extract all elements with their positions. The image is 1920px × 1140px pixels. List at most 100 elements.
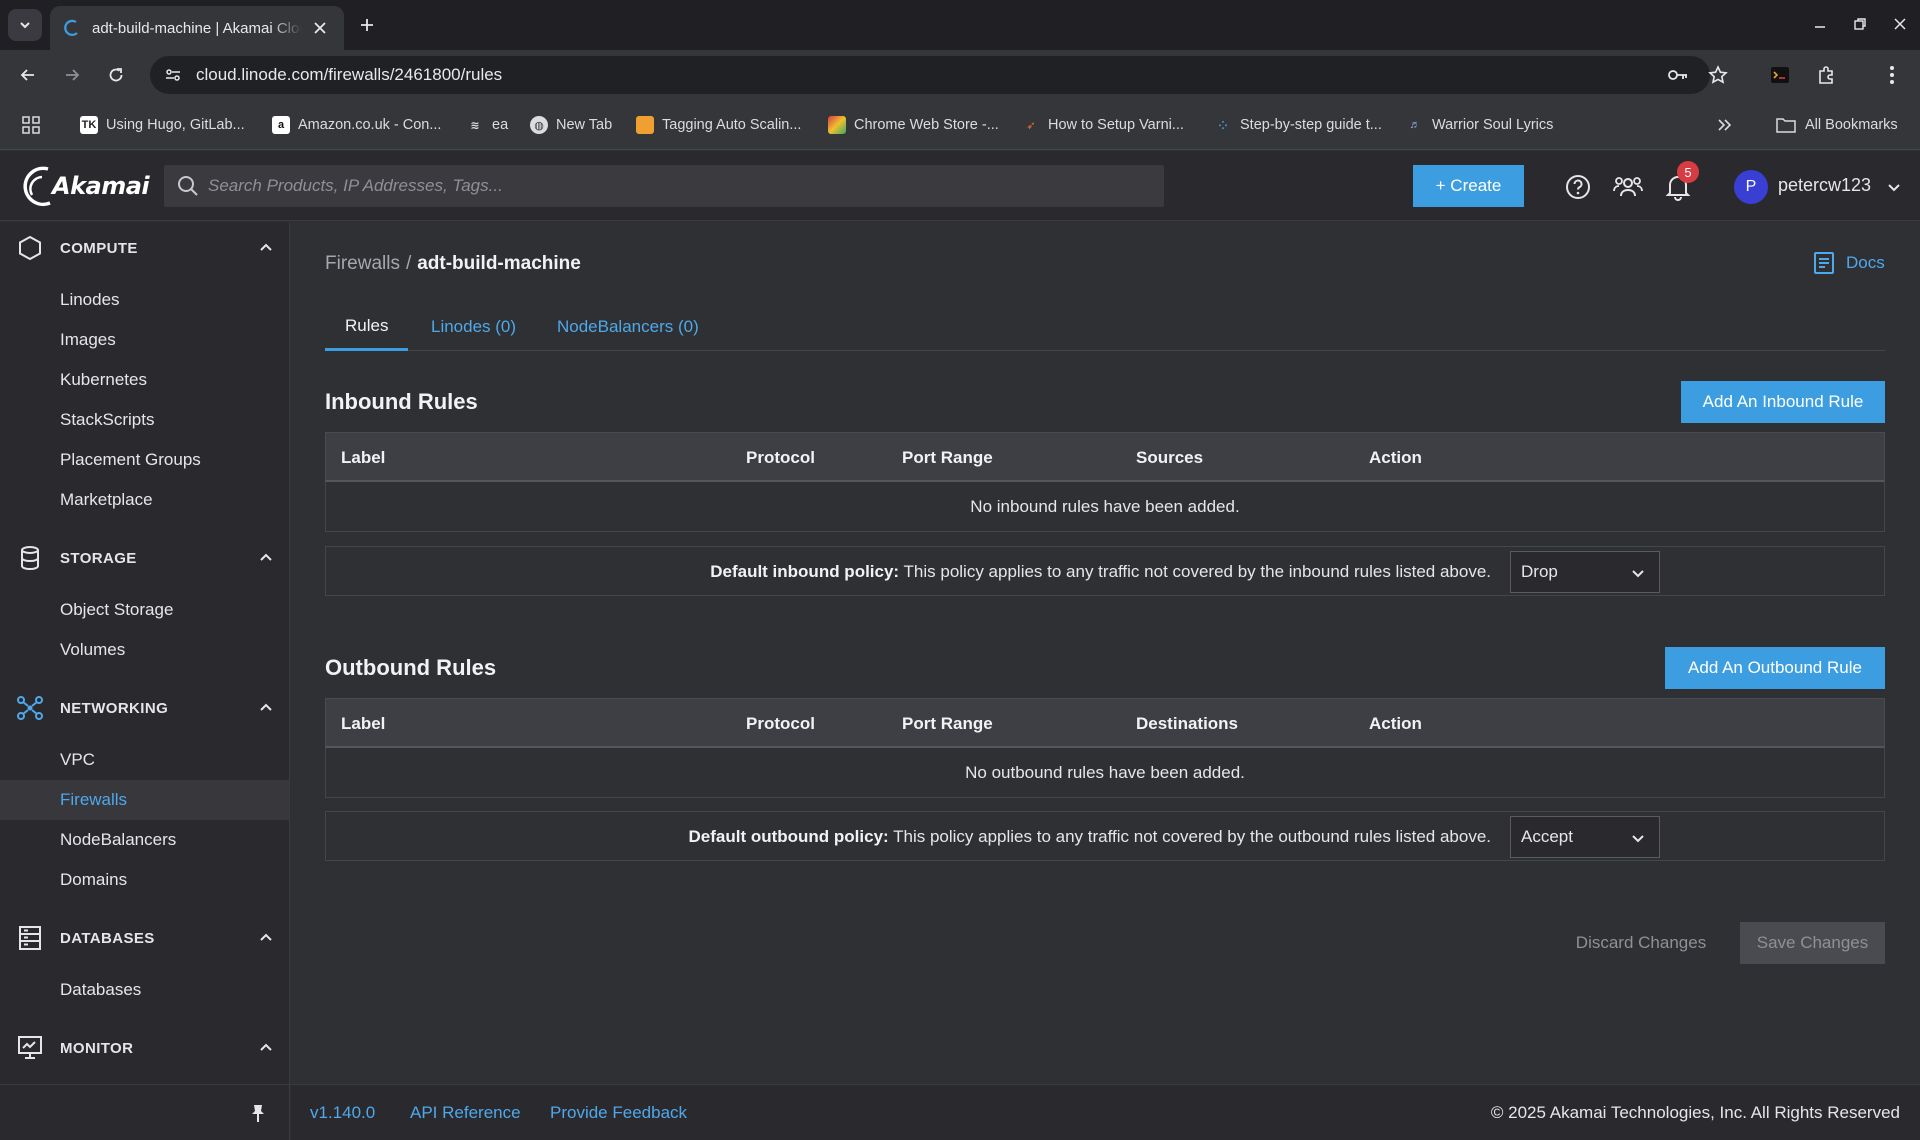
reload-button[interactable] — [100, 59, 132, 91]
database-cylinder-icon — [16, 544, 44, 572]
sidebar-item-domains[interactable]: Domains — [0, 860, 289, 900]
create-button[interactable]: + Create — [1413, 165, 1524, 207]
server-rack-icon — [16, 924, 44, 952]
column-header-port-range[interactable]: Port Range — [902, 714, 993, 734]
chevron-up-icon — [260, 243, 272, 251]
bookmark-item[interactable]: a Amazon.co.uk - Con... — [272, 113, 441, 137]
inbound-rules-title: Inbound Rules — [325, 389, 478, 414]
apps-grid-icon[interactable] — [22, 113, 40, 137]
column-header-action[interactable]: Action — [1369, 448, 1422, 468]
chevron-down-icon[interactable] — [1884, 177, 1904, 197]
bookmark-item[interactable]: TK Using Hugo, GitLab... — [80, 113, 245, 137]
column-header-label[interactable]: Label — [341, 448, 385, 468]
breadcrumb-parent-link[interactable]: Firewalls — [325, 253, 400, 274]
page-title[interactable]: adt-build-machine — [417, 253, 581, 274]
outbound-policy-select[interactable]: Accept — [1510, 816, 1660, 858]
sidebar-item-volumes[interactable]: Volumes — [0, 630, 289, 670]
help-button[interactable] — [1562, 171, 1594, 203]
tab-linodes[interactable]: Linodes (0) — [411, 303, 536, 351]
column-header-protocol[interactable]: Protocol — [746, 714, 815, 734]
bookmark-label: Warrior Soul Lyrics — [1432, 117, 1554, 133]
sidebar-section-storage[interactable]: STORAGE — [0, 532, 289, 584]
column-header-sources[interactable]: Sources — [1136, 448, 1203, 468]
save-changes-button[interactable]: Save Changes — [1740, 922, 1885, 964]
api-reference-link[interactable]: API Reference — [410, 1103, 521, 1123]
tk-favicon-icon: TK — [80, 116, 98, 134]
extensions-button[interactable] — [1810, 59, 1842, 91]
restore-window-button[interactable] — [1844, 8, 1876, 40]
sidebar-item-firewalls[interactable]: Firewalls — [0, 780, 289, 820]
bookmark-item[interactable]: ≋ ea — [466, 113, 508, 137]
minimize-icon — [1815, 26, 1825, 28]
empty-state-row: No outbound rules have been added. — [325, 748, 1885, 798]
sidebar-section-monitor[interactable]: MONITOR — [0, 1022, 289, 1074]
sidebar-item-kubernetes[interactable]: Kubernetes — [0, 360, 289, 400]
add-outbound-rule-button[interactable]: Add An Outbound Rule — [1665, 647, 1885, 689]
add-inbound-rule-button[interactable]: Add An Inbound Rule — [1681, 381, 1885, 423]
column-header-action[interactable]: Action — [1369, 714, 1422, 734]
docs-link[interactable]: Docs — [1812, 251, 1885, 275]
all-bookmarks-button[interactable]: All Bookmarks — [1776, 113, 1898, 137]
inbound-policy-select[interactable]: Drop — [1510, 551, 1660, 593]
back-button[interactable] — [12, 59, 44, 91]
arrow-left-icon — [20, 69, 34, 81]
sidebar-item-images[interactable]: Images — [0, 320, 289, 360]
breadcrumb: Firewalls / adt-build-machine — [325, 253, 581, 275]
chevron-up-icon — [260, 553, 272, 561]
tab-rules[interactable]: Rules — [325, 303, 409, 351]
address-bar[interactable]: cloud.linode.com/firewalls/2461800/rules — [150, 56, 1710, 94]
select-value: Accept — [1521, 827, 1573, 846]
forward-button[interactable] — [56, 59, 88, 91]
sidebar-item-vpc[interactable]: VPC — [0, 740, 289, 780]
close-window-button[interactable] — [1884, 8, 1916, 40]
username[interactable]: petercw123 — [1778, 175, 1871, 196]
column-header-port-range[interactable]: Port Range — [902, 448, 993, 468]
bookmark-star-button[interactable] — [1702, 59, 1734, 91]
column-header-protocol[interactable]: Protocol — [746, 448, 815, 468]
app-header: Akamai + Create 5 P petercw123 — [0, 151, 1920, 221]
search-input[interactable] — [208, 176, 1108, 196]
provide-feedback-link[interactable]: Provide Feedback — [550, 1103, 687, 1123]
bookmark-label: How to Setup Varni... — [1048, 117, 1184, 133]
minimize-window-button[interactable] — [1804, 8, 1836, 40]
site-info-icon[interactable] — [162, 64, 184, 86]
bookmark-item[interactable]: ⁘ Step-by-step guide t... — [1214, 113, 1381, 137]
sidebar-item-placement-groups[interactable]: Placement Groups — [0, 440, 289, 480]
tab-search-button[interactable] — [8, 9, 42, 41]
section-label: STORAGE — [60, 549, 137, 567]
bookmark-item[interactable]: ♬ Warrior Soul Lyrics — [1406, 113, 1554, 137]
close-icon[interactable] — [310, 18, 330, 38]
sidebar-section-networking[interactable]: NETWORKING — [0, 682, 289, 734]
community-button[interactable] — [1612, 171, 1644, 203]
sidebar-section-compute[interactable]: COMPUTE — [0, 222, 289, 274]
sidebar-item-object-storage[interactable]: Object Storage — [0, 590, 289, 630]
browser-tab-title: adt-build-machine | Akamai Cloud Manager — [92, 19, 302, 37]
bookmark-item[interactable]: Tagging Auto Scalin... — [636, 113, 801, 137]
column-header-destinations[interactable]: Destinations — [1136, 714, 1238, 734]
browser-tab-active[interactable]: adt-build-machine | Akamai Cloud Manager — [50, 6, 344, 50]
version-link[interactable]: v1.140.0 — [310, 1103, 375, 1123]
browser-menu-button[interactable] — [1876, 59, 1908, 91]
sidebar-section-databases[interactable]: DATABASES — [0, 912, 289, 964]
extension-terminal-button[interactable] — [1764, 59, 1796, 91]
more-bookmarks-button[interactable] — [1716, 113, 1732, 137]
bookmark-item[interactable]: ◍ New Tab — [530, 113, 612, 137]
bookmark-item[interactable]: Chrome Web Store -... — [828, 113, 999, 137]
global-search[interactable] — [164, 165, 1164, 207]
sidebar-item-databases[interactable]: Databases — [0, 970, 289, 1010]
docs-label: Docs — [1846, 253, 1885, 272]
sidebar-item-nodebalancers[interactable]: NodeBalancers — [0, 820, 289, 860]
new-tab-button[interactable] — [352, 10, 382, 40]
help-circle-icon — [1566, 175, 1590, 199]
sidebar-item-marketplace[interactable]: Marketplace — [0, 480, 289, 520]
sidebar-item-stackscripts[interactable]: StackScripts — [0, 400, 289, 440]
sidebar-item-linodes[interactable]: Linodes — [0, 280, 289, 320]
tab-nodebalancers[interactable]: NodeBalancers (0) — [537, 303, 719, 351]
bookmark-item[interactable]: ➶ How to Setup Varni... — [1022, 113, 1184, 137]
password-key-button[interactable] — [1662, 59, 1694, 91]
pin-icon[interactable] — [248, 1103, 268, 1123]
column-header-label[interactable]: Label — [341, 714, 385, 734]
akamai-logo[interactable]: Akamai — [18, 165, 150, 207]
avatar[interactable]: P — [1734, 170, 1768, 204]
discard-changes-button[interactable]: Discard Changes — [1566, 922, 1716, 964]
